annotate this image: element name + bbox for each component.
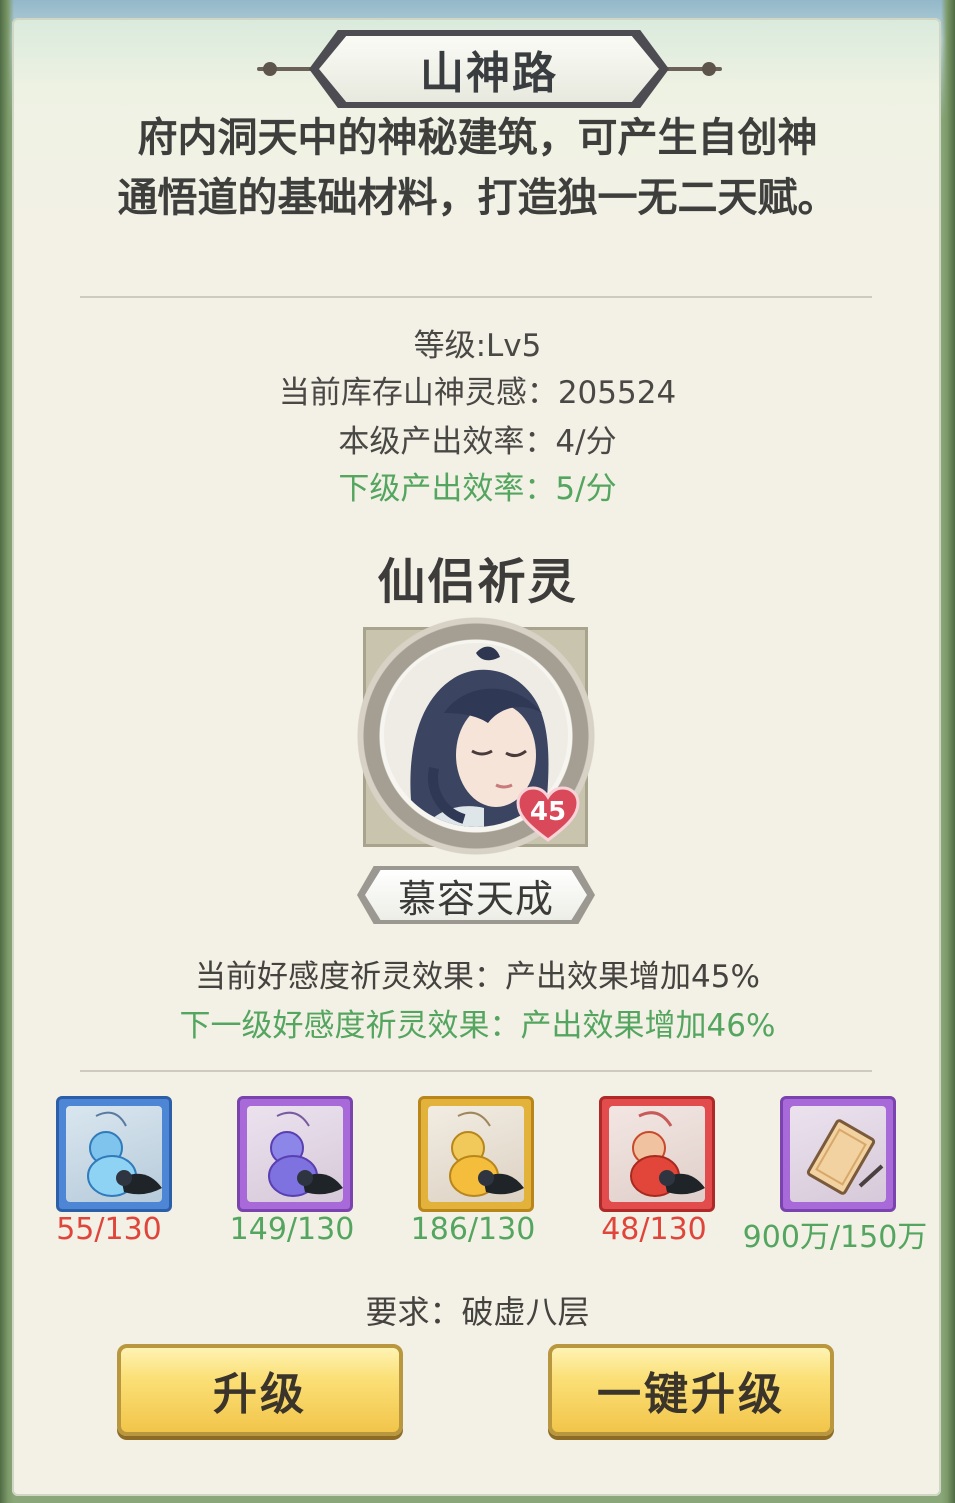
title-banner: 山神路 [257, 30, 722, 108]
requirement-text: 要求：破虚八层 [365, 1293, 590, 1331]
divider-top [80, 296, 872, 298]
level-text: 等级:Lv5 [413, 328, 542, 364]
purple-gourd-icon [268, 1111, 343, 1197]
material-red-gourd[interactable] [599, 1096, 715, 1212]
next-rate-text: 下级产出效率：5/分 [338, 471, 617, 507]
material-count-red: 48/130 [601, 1212, 707, 1247]
material-silver-note[interactable] [780, 1096, 896, 1212]
material-count-gold: 186/130 [410, 1212, 536, 1247]
silver-note-icon [806, 1119, 884, 1195]
description-line-1: 府内洞天中的神秘建筑，可产生自创神 [137, 115, 818, 161]
stock-text: 当前库存山神灵感：205524 [278, 375, 677, 411]
next-effect-text: 下一级好感度祈灵效果：产出效果增加46% [179, 1008, 776, 1044]
page-title: 山神路 [420, 48, 558, 99]
material-count-blue: 55/130 [56, 1212, 162, 1247]
current-rate-text: 本级产出效率：4/分 [338, 424, 617, 460]
partner-name: 慕容天成 [365, 870, 587, 920]
current-effect-text: 当前好感度祈灵效果：产出效果增加45% [195, 959, 760, 995]
red-gourd-icon [630, 1111, 705, 1197]
material-blue-gourd[interactable] [56, 1096, 172, 1212]
upgrade-button[interactable]: 升级 [117, 1344, 403, 1436]
material-count-silver: 900万/150万 [742, 1220, 928, 1255]
material-purple-gourd[interactable] [237, 1096, 353, 1212]
description-line-2: 通悟道的基础材料，打造独一无二天赋。 [117, 175, 838, 221]
material-gold-gourd[interactable] [418, 1096, 534, 1212]
material-count-purple: 149/130 [229, 1212, 355, 1247]
one-click-upgrade-button[interactable]: 一键升级 [548, 1344, 834, 1436]
blue-gourd-icon [87, 1111, 162, 1197]
building-description: 府内洞天中的神秘建筑，可产生自创神 通悟道的基础材料，打造独一无二天赋。 [60, 108, 895, 228]
gold-gourd-icon [449, 1111, 524, 1197]
affection-level: 45 [529, 797, 567, 827]
divider-bottom [80, 1070, 872, 1072]
blessing-title: 仙侣祈灵 [377, 554, 578, 610]
